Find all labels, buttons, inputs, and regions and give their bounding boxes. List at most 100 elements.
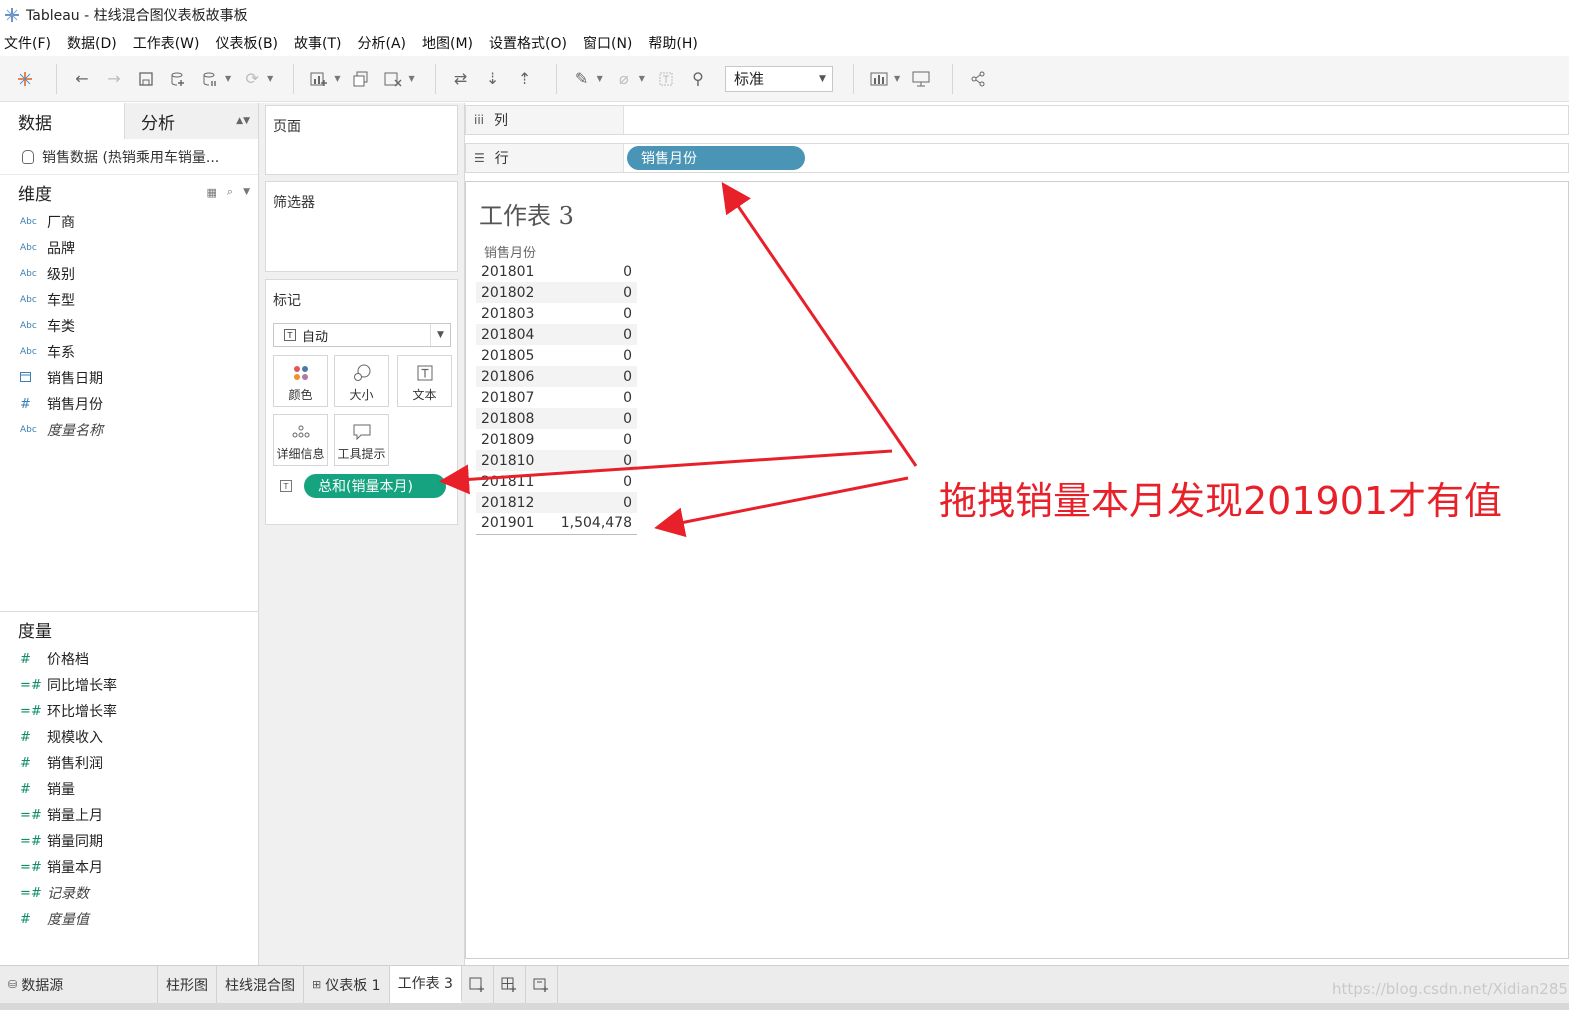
month-cell[interactable]: 201806 xyxy=(476,366,547,387)
measure-field[interactable]: =# 销量同期 xyxy=(0,828,258,854)
new-story-icon[interactable] xyxy=(526,966,558,1003)
month-cell[interactable]: 201802 xyxy=(476,282,547,303)
measure-field[interactable]: =# 记录数 xyxy=(0,880,258,906)
table-row[interactable]: 201901 1,504,478 xyxy=(476,513,637,535)
dimension-field[interactable]: Abc 品牌 xyxy=(0,235,258,261)
sort-descending-icon[interactable]: ⇡ xyxy=(512,66,538,92)
value-cell[interactable]: 0 xyxy=(547,429,637,450)
dimension-field[interactable]: 销售日期 xyxy=(0,365,258,391)
undo-icon[interactable]: ← xyxy=(69,66,95,92)
value-cell[interactable]: 0 xyxy=(546,492,637,513)
chevron-down-icon[interactable]: ▼ xyxy=(243,187,250,197)
value-cell[interactable]: 0 xyxy=(547,261,637,282)
pause-updates-icon[interactable] xyxy=(197,66,223,92)
value-cell[interactable]: 0 xyxy=(546,366,637,387)
detail-button[interactable]: 详细信息 xyxy=(273,414,328,466)
search-icon[interactable]: ⌕ xyxy=(227,185,233,199)
tab-datasource[interactable]: ⛁ 数据源 xyxy=(0,966,158,1003)
chevron-down-icon[interactable]: ▼ xyxy=(408,74,414,83)
value-cell[interactable]: 0 xyxy=(546,324,637,345)
chevron-down-icon[interactable]: ▼ xyxy=(225,74,231,83)
swap-rows-columns-icon[interactable]: ⇄ xyxy=(448,66,474,92)
table-row[interactable]: 201801 0 xyxy=(476,261,637,282)
save-icon[interactable] xyxy=(133,66,159,92)
tab-sheet-active[interactable]: 工作表 3 xyxy=(389,966,462,1003)
menu-data[interactable]: 数据(D) xyxy=(67,33,117,53)
dimension-field[interactable]: Abc 车类 xyxy=(0,313,258,339)
tab-sheet[interactable]: 柱形图 xyxy=(158,966,217,1003)
measure-field[interactable]: # 规模收入 xyxy=(0,724,258,750)
table-row[interactable]: 201810 0 xyxy=(476,450,637,471)
color-button[interactable]: 颜色 xyxy=(273,355,328,407)
value-cell[interactable]: 0 xyxy=(547,303,637,324)
value-cell[interactable]: 0 xyxy=(547,471,637,492)
size-button[interactable]: 大小 xyxy=(334,355,389,407)
worksheet-view[interactable]: 工作表 3 销售月份 201801 0 201802 0 201803 0 201804 0 2… xyxy=(465,181,1569,959)
group-members-icon[interactable]: ⌀ xyxy=(611,66,637,92)
month-cell[interactable]: 201901 xyxy=(476,513,547,535)
pin-icon[interactable]: ⚲ xyxy=(685,66,711,92)
fit-select[interactable]: 标准 ▼ xyxy=(724,65,833,92)
table-row[interactable]: 201802 0 xyxy=(476,282,637,303)
month-cell[interactable]: 201809 xyxy=(476,429,547,450)
table-row[interactable]: 201807 0 xyxy=(476,387,637,408)
chevron-down-icon[interactable]: ▼ xyxy=(894,74,900,83)
measure-field[interactable]: =# 环比增长率 xyxy=(0,698,258,724)
tab-sheet[interactable]: 柱线混合图 xyxy=(217,966,304,1003)
month-cell[interactable]: 201811 xyxy=(476,471,547,492)
month-cell[interactable]: 201801 xyxy=(476,261,547,282)
table-row[interactable]: 201804 0 xyxy=(476,324,637,345)
sort-ascending-icon[interactable]: ⇣ xyxy=(480,66,506,92)
view-list-icon[interactable]: ▦ xyxy=(207,186,217,199)
tab-analysis[interactable]: 分析 ▲▼ xyxy=(125,103,258,139)
menu-map[interactable]: 地图(M) xyxy=(422,33,473,53)
dimension-field[interactable]: Abc 车型 xyxy=(0,287,258,313)
measure-field[interactable]: =# 销量本月 xyxy=(0,854,258,880)
dimension-field[interactable]: Abc 级别 xyxy=(0,261,258,287)
highlight-icon[interactable]: ✎ xyxy=(569,66,595,92)
menu-format[interactable]: 设置格式(O) xyxy=(489,33,567,53)
measure-field[interactable]: # 价格档 xyxy=(0,646,258,672)
table-row[interactable]: 201811 0 xyxy=(476,471,637,492)
filters-card[interactable]: 筛选器 xyxy=(265,181,458,272)
value-cell[interactable]: 0 xyxy=(546,450,637,471)
datasource-item[interactable]: 销售数据 (热销乘用车销量... xyxy=(0,139,258,175)
measure-field[interactable]: =# 同比增长率 xyxy=(0,672,258,698)
presentation-mode-icon[interactable] xyxy=(908,66,934,92)
chevron-down-icon[interactable]: ▼ xyxy=(639,74,645,83)
marks-type-select[interactable]: T 自动 ▼ xyxy=(273,323,451,347)
month-cell[interactable]: 201810 xyxy=(476,450,547,471)
month-cell[interactable]: 201808 xyxy=(476,408,547,429)
table-row[interactable]: 201806 0 xyxy=(476,366,637,387)
measure-field[interactable]: =# 销量上月 xyxy=(0,802,258,828)
rows-shelf[interactable]: ☰ 行 销售月份 xyxy=(465,143,1569,173)
table-row[interactable]: 201809 0 xyxy=(476,429,637,450)
value-cell[interactable]: 1,504,478 xyxy=(546,513,637,535)
text-button[interactable]: 文本 xyxy=(397,355,452,407)
chevron-down-icon[interactable]: ▼ xyxy=(334,74,340,83)
menu-dashboard[interactable]: 仪表板(B) xyxy=(215,33,278,53)
menu-file[interactable]: 文件(F) xyxy=(4,33,51,53)
clear-sheet-icon[interactable] xyxy=(380,66,406,92)
dimension-pill[interactable]: 销售月份 xyxy=(627,146,805,170)
dimension-field[interactable]: Abc 度量名称 xyxy=(0,417,258,443)
value-cell[interactable]: 0 xyxy=(547,345,637,366)
refresh-icon[interactable]: ⟳ xyxy=(239,66,265,92)
show-cards-icon[interactable] xyxy=(866,66,892,92)
month-cell[interactable]: 201804 xyxy=(476,324,547,345)
value-cell[interactable]: 0 xyxy=(547,387,637,408)
table-row[interactable]: 201803 0 xyxy=(476,303,637,324)
column-header[interactable]: 销售月份 xyxy=(484,242,536,261)
new-worksheet-icon[interactable] xyxy=(306,66,332,92)
tab-data[interactable]: 数据 xyxy=(0,103,125,139)
measure-field[interactable]: # 销量 xyxy=(0,776,258,802)
menu-window[interactable]: 窗口(N) xyxy=(583,33,632,53)
value-cell[interactable]: 0 xyxy=(546,282,637,303)
tab-dashboard[interactable]: ⊞ 仪表板 1 xyxy=(304,966,390,1003)
table-row[interactable]: 201812 0 xyxy=(476,492,637,513)
dimension-field[interactable]: # 销售月份 xyxy=(0,391,258,417)
menu-analysis[interactable]: 分析(A) xyxy=(358,33,407,53)
table-row[interactable]: 201805 0 xyxy=(476,345,637,366)
new-datasource-icon[interactable] xyxy=(165,66,191,92)
new-dashboard-icon[interactable] xyxy=(494,966,526,1003)
